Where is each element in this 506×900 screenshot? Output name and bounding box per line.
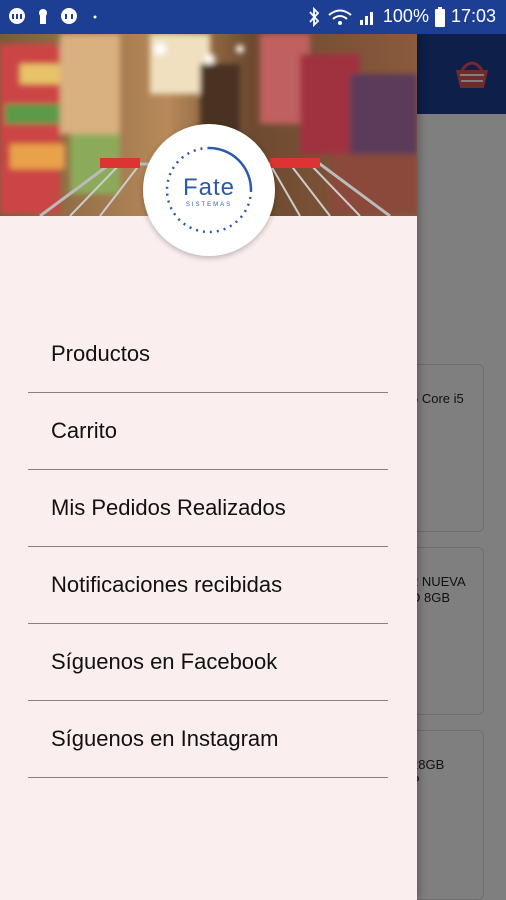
dot-icon (93, 15, 97, 19)
company-logo: Fate SISTEMAS (143, 124, 275, 256)
menu-item-label: Notificaciones recibidas (51, 572, 283, 597)
menu-item-label: Síguenos en Instagram (51, 726, 279, 751)
battery-icon (434, 6, 445, 27)
logo-name: Fate (182, 174, 236, 201)
keyhole-icon (39, 9, 47, 24)
bluetooth-icon (309, 6, 320, 27)
menu-item-label: Productos (51, 341, 151, 366)
menu-item-instagram[interactable]: Síguenos en Instagram (28, 701, 388, 778)
clock: 17:03 (450, 6, 496, 26)
menu-item-label: Síguenos en Facebook (51, 649, 278, 674)
status-bar: 100% 17:03 (0, 0, 506, 34)
menu-item-carrito[interactable]: Carrito (28, 393, 388, 470)
drawer-menu: Productos Carrito Mis Pedidos Realizados… (28, 316, 388, 778)
battery-level: 100% (382, 6, 429, 26)
menu-item-facebook[interactable]: Síguenos en Facebook (28, 624, 388, 701)
navigation-drawer: Fate SISTEMAS Productos Carrito Mis Pedi… (0, 34, 417, 900)
logo-subtitle: SISTEMAS (185, 202, 233, 208)
signal-icon (359, 11, 373, 25)
menu-item-label: Carrito (51, 418, 118, 443)
messenger-icon (61, 8, 77, 24)
menu-item-label: Mis Pedidos Realizados (51, 495, 286, 520)
menu-item-notificaciones[interactable]: Notificaciones recibidas (28, 547, 388, 624)
wifi-icon (328, 9, 352, 25)
menu-item-productos[interactable]: Productos (28, 316, 388, 393)
messenger-icon (9, 8, 25, 24)
menu-item-pedidos[interactable]: Mis Pedidos Realizados (28, 470, 388, 547)
